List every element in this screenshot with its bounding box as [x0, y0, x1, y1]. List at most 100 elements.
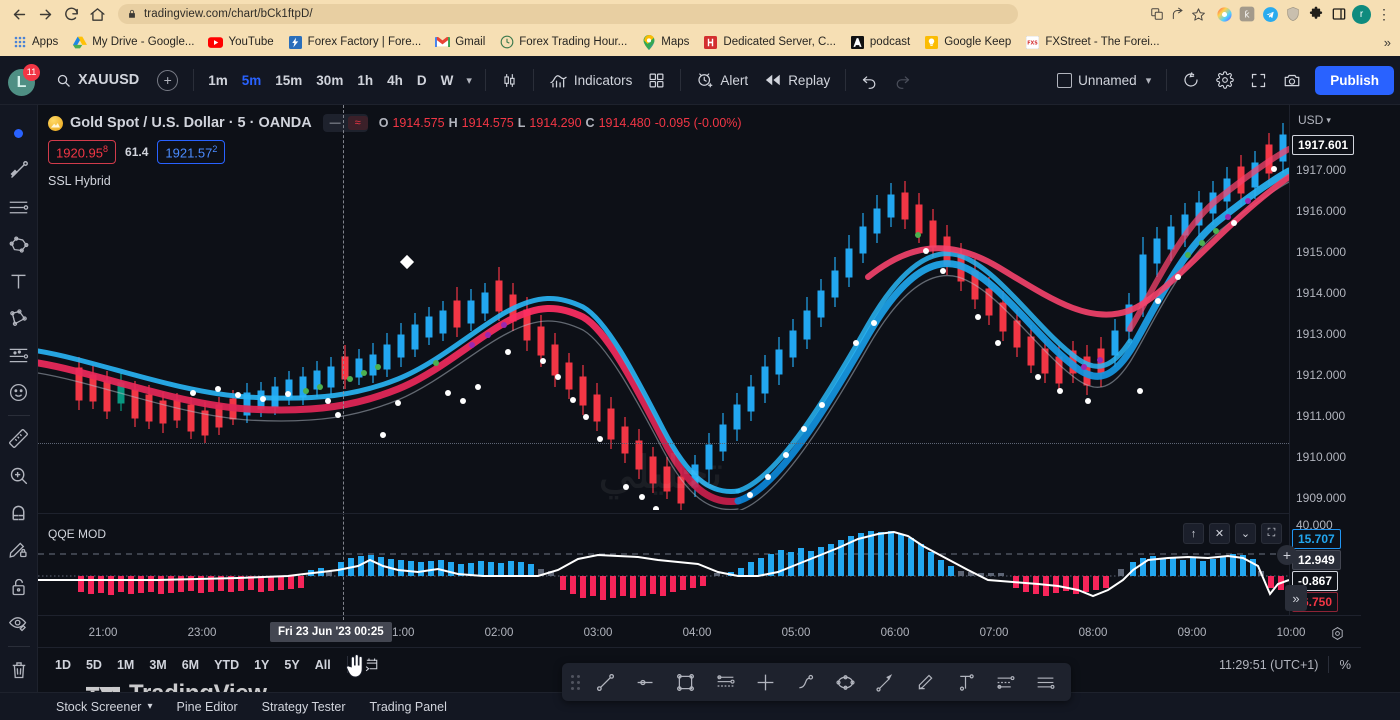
chart-area[interactable]: Gold Spot / U.S. Dollar · 5 · OANDA — ≈ … [38, 105, 1400, 720]
layout-selector[interactable]: Unnamed ▾ [1049, 68, 1159, 93]
timeframe-30m[interactable]: 30m [309, 68, 350, 93]
price-scale-currency[interactable]: USD ▾ [1298, 113, 1331, 127]
share-icon[interactable] [1168, 5, 1187, 24]
bookmark-forex-factory[interactable]: Forex Factory | Fore... [281, 33, 429, 52]
timeframe-5m[interactable]: 5m [235, 68, 269, 93]
bookmarks-overflow-icon[interactable]: » [1384, 35, 1395, 50]
kebab-menu-icon[interactable]: ⋮ [1374, 7, 1394, 21]
range-1d[interactable]: 1D [48, 654, 78, 676]
long-position-icon[interactable] [945, 665, 985, 699]
address-bar[interactable]: tradingview.com/chart/bCk1ftpD/ [118, 4, 1018, 24]
pine-editor-button[interactable]: Pine Editor [165, 696, 250, 718]
shield-extension-icon[interactable] [1283, 4, 1303, 24]
range-1y[interactable]: 1Y [247, 654, 276, 676]
floating-drawing-toolbar[interactable] [562, 663, 1071, 701]
fib-pattern-icon[interactable] [2, 300, 36, 337]
symbol-search-button[interactable]: XAUUSD [46, 63, 149, 97]
color-wheel-extension-icon[interactable] [1214, 4, 1234, 24]
bookmark-forex-trading-hours[interactable]: Forex Trading Hour... [492, 33, 634, 52]
chevrons-right-icon[interactable]: » [1285, 585, 1307, 611]
ssl-hybrid-legend[interactable]: SSL Hybrid [48, 174, 742, 188]
bookmark-dedicated-server[interactable]: Dedicated Server, C... [696, 33, 843, 52]
arrow-marker-icon[interactable] [865, 665, 905, 699]
measure-ruler-icon[interactable] [2, 420, 36, 457]
bookmark-youtube[interactable]: YouTube [201, 33, 280, 52]
stock-screener-button[interactable]: Stock Screener ▾ [44, 696, 165, 718]
alert-button[interactable]: Alert [688, 66, 756, 94]
cursor-dot-icon[interactable] [2, 115, 36, 152]
trend-line-tool-icon[interactable] [585, 665, 625, 699]
strategy-tester-button[interactable]: Strategy Tester [250, 696, 358, 718]
add-symbol-button[interactable]: + [157, 69, 179, 91]
bookmark-podcast[interactable]: podcast [843, 33, 917, 52]
bookmark-my-drive[interactable]: My Drive - Google... [65, 33, 201, 52]
publish-button[interactable]: Publish [1315, 65, 1394, 95]
text-tool-icon[interactable] [2, 263, 36, 300]
level-high-badge[interactable]: 1921.572 [157, 140, 226, 165]
drawing-mode-lock-icon[interactable] [2, 531, 36, 568]
timeframe-1m[interactable]: 1m [201, 68, 235, 93]
brush-tool-icon[interactable] [785, 665, 825, 699]
drag-grip-icon[interactable] [568, 671, 582, 693]
settings-button[interactable] [1208, 66, 1242, 94]
indicators-button[interactable]: Indicators [541, 66, 641, 95]
bookmark-fxstreet[interactable]: FXS FXStreet - The Forei... [1018, 33, 1166, 52]
close-icon[interactable]: ✕ [1209, 523, 1230, 544]
redo-button[interactable] [886, 67, 919, 94]
move-up-icon[interactable]: ↑ [1183, 523, 1204, 544]
replay-button[interactable]: Replay [756, 66, 838, 94]
rectangle-tool-icon[interactable] [665, 665, 705, 699]
templates-button[interactable] [640, 67, 673, 94]
gear-circle-icon[interactable] [1330, 626, 1345, 641]
pitchfork-icon[interactable] [985, 665, 1025, 699]
bookmark-google-keep[interactable]: Google Keep [917, 33, 1018, 52]
hide-drawings-icon[interactable] [2, 605, 36, 642]
ellipse-tool-icon[interactable] [825, 665, 865, 699]
avatar[interactable]: r [1352, 4, 1371, 24]
timeframe-w[interactable]: W [434, 68, 461, 93]
bookmark-gmail[interactable]: Gmail [428, 33, 492, 52]
clock-label[interactable]: 11:29:51 (UTC+1) [1219, 658, 1318, 672]
horizontal-ray-icon[interactable] [625, 665, 665, 699]
emoji-icon[interactable] [2, 374, 36, 411]
timeframe-15m[interactable]: 15m [268, 68, 309, 93]
back-arrow-icon[interactable] [6, 1, 32, 27]
timeframe-4h[interactable]: 4h [380, 68, 410, 93]
grammarly-extension-icon[interactable]: ƙ [1237, 4, 1257, 24]
qqe-mod-title[interactable]: QQE MOD [48, 527, 106, 541]
collapse-icon[interactable]: ⌄ [1235, 523, 1256, 544]
trend-line-icon[interactable] [2, 152, 36, 189]
range-ytd[interactable]: YTD [207, 654, 246, 676]
highlighter-icon[interactable] [905, 665, 945, 699]
range-5y[interactable]: 5Y [277, 654, 306, 676]
timeframe-1h[interactable]: 1h [350, 68, 380, 93]
bookmark-apps[interactable]: Apps [5, 33, 65, 52]
add-indicator-pane-button[interactable]: + [1277, 545, 1297, 565]
maximize-icon[interactable]: ⛶ [1261, 523, 1282, 544]
bookmark-maps[interactable]: Maps [634, 33, 696, 52]
remove-drawings-icon[interactable] [2, 651, 36, 688]
forward-arrow-icon[interactable] [32, 1, 58, 27]
fullscreen-button[interactable] [1242, 67, 1275, 94]
percent-toggle[interactable]: % [1339, 657, 1351, 672]
style-toggle-b[interactable]: ≈ [347, 116, 368, 130]
telegram-extension-icon[interactable] [1260, 4, 1280, 24]
home-icon[interactable] [84, 1, 110, 27]
price-pane[interactable]: Gold Spot / U.S. Dollar · 5 · OANDA — ≈ … [38, 105, 1289, 510]
lock-drawings-icon[interactable] [2, 568, 36, 605]
range-1m[interactable]: 1M [110, 654, 141, 676]
pattern-shape-icon[interactable] [2, 226, 36, 263]
zoom-in-icon[interactable] [2, 457, 36, 494]
fib-retracement-icon[interactable] [705, 665, 745, 699]
range-all[interactable]: All [308, 654, 338, 676]
range-6m[interactable]: 6M [175, 654, 206, 676]
series-style-toggle[interactable]: — ≈ [322, 114, 368, 132]
snapshot-button[interactable] [1275, 66, 1309, 94]
level-low-badge[interactable]: 1920.958 [48, 140, 117, 165]
crosshair-tool-icon[interactable] [745, 665, 785, 699]
range-3m[interactable]: 3M [142, 654, 173, 676]
star-icon[interactable] [1189, 5, 1208, 24]
chart-type-button[interactable] [493, 67, 526, 94]
horizontal-lines-icon[interactable] [2, 189, 36, 226]
trading-panel-button[interactable]: Trading Panel [358, 696, 459, 718]
